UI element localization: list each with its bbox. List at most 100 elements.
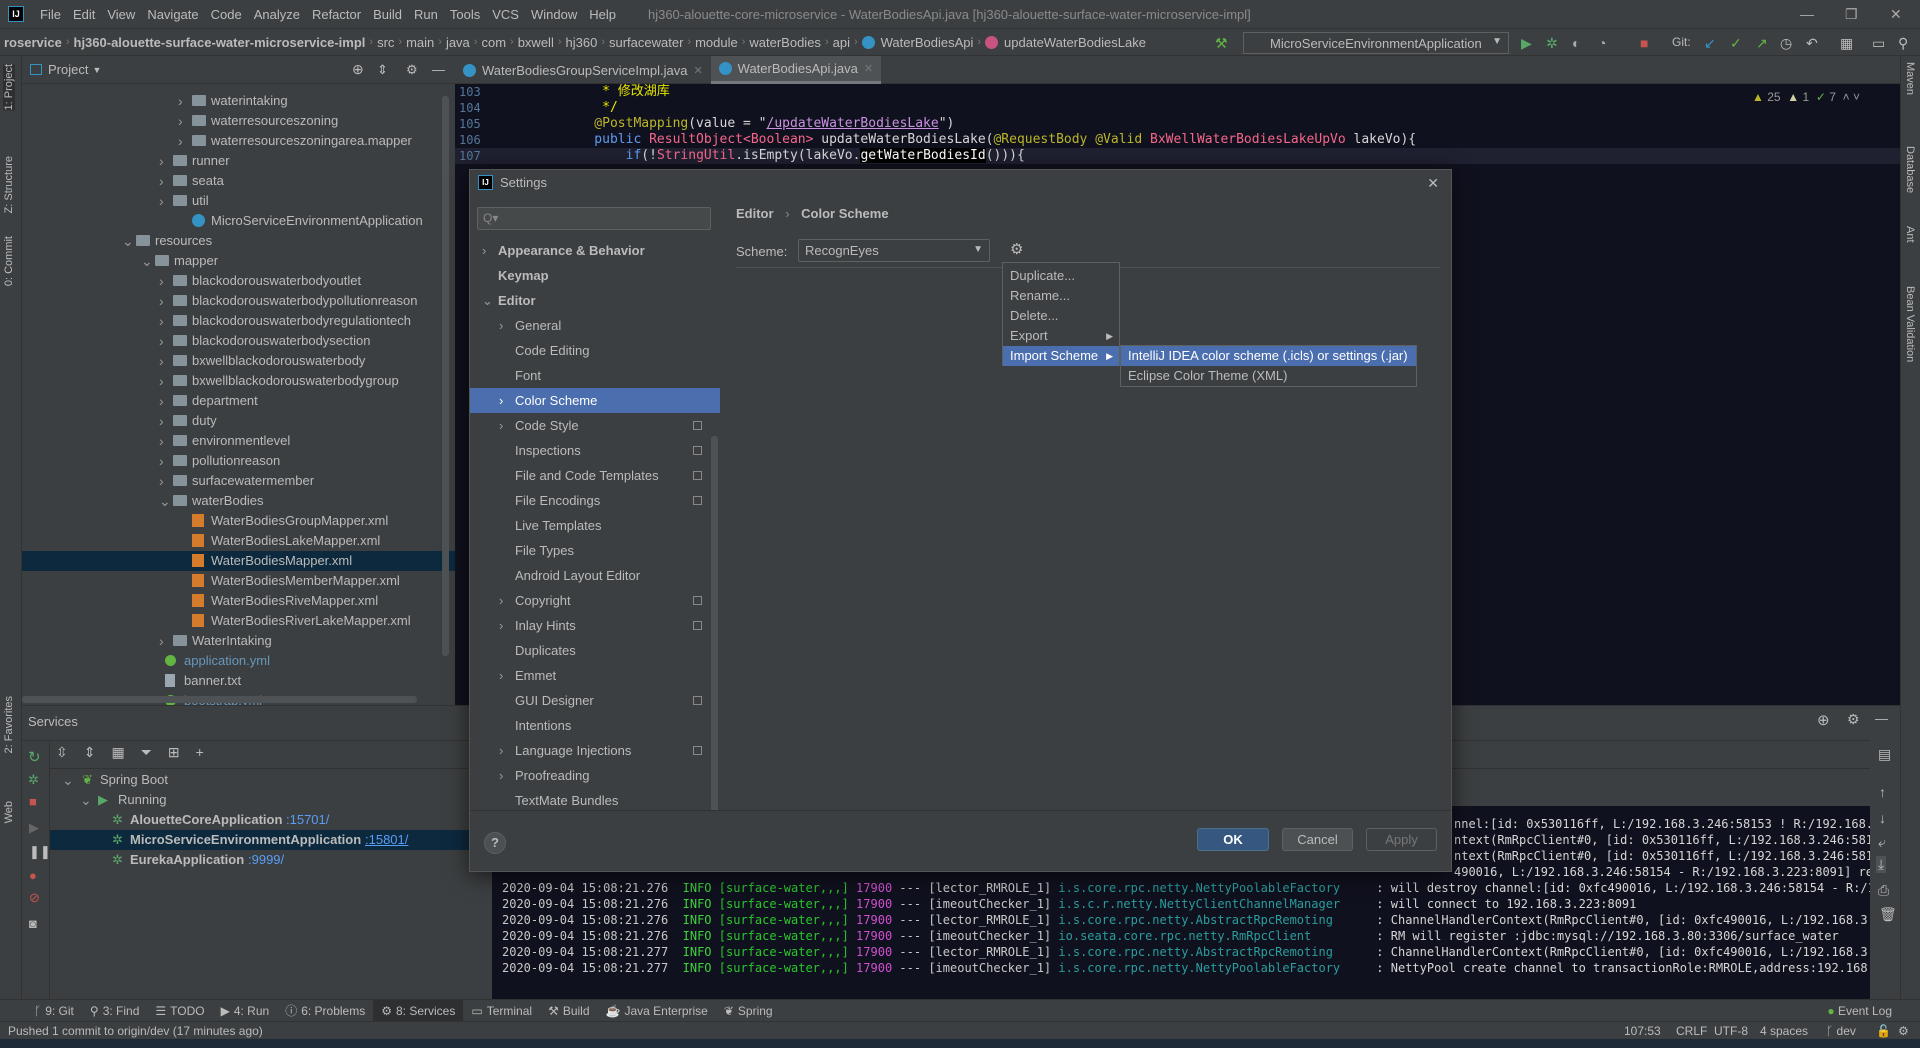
menu-help[interactable]: Help	[583, 7, 622, 22]
chevron-right-icon[interactable]: ›	[159, 391, 164, 411]
pause-icon[interactable]: ❚❚	[29, 844, 51, 860]
menu-navigate[interactable]: Navigate	[141, 7, 204, 22]
breadcrumb-item[interactable]: WaterBodiesApi	[877, 35, 978, 50]
menu-build[interactable]: Build	[367, 7, 408, 22]
print-icon[interactable]: ⎙	[1878, 882, 1889, 899]
chevron-down-icon[interactable]: ⌄	[482, 288, 493, 313]
tree-item[interactable]: › blackodorouswaterbodyregulationtech	[22, 311, 455, 331]
chevron-right-icon[interactable]: ›	[159, 451, 164, 471]
file-encoding[interactable]: UTF-8	[1714, 1022, 1748, 1040]
breadcrumb-item[interactable]: com	[477, 35, 510, 50]
collapse-all-icon[interactable]: ⇕	[84, 744, 96, 761]
breadcrumb-item[interactable]: api	[829, 35, 854, 50]
menu-item-import-scheme[interactable]: Import Scheme ▶	[1003, 346, 1119, 366]
service-port-link[interactable]: :9999/	[248, 850, 284, 870]
layout-icon[interactable]: ▤	[1878, 746, 1891, 763]
service-item[interactable]: ✲ AlouetteCoreApplication:15701/	[50, 810, 492, 830]
git-update-icon[interactable]: ↙	[1704, 35, 1716, 52]
tree-item[interactable]: WaterBodiesGroupMapper.xml	[22, 511, 455, 531]
chevron-right-icon[interactable]: ›	[159, 431, 164, 451]
breadcrumb-item[interactable]: updateWaterBodiesLake	[1000, 35, 1150, 50]
breadcrumb-item[interactable]: src	[373, 35, 398, 50]
menu-vcs[interactable]: VCS	[486, 7, 525, 22]
chevron-right-icon[interactable]: ›	[499, 663, 503, 688]
build-hammer-icon[interactable]: ⚒	[1215, 35, 1228, 52]
service-item[interactable]: ⌄ ▶ Running	[50, 790, 492, 810]
tool-git[interactable]: ᚴ 9: Git	[26, 1000, 82, 1022]
chevron-right-icon[interactable]: ›	[178, 111, 183, 131]
profile-icon[interactable]: ◔	[1598, 35, 1606, 51]
expand-all-icon[interactable]: ⇳	[56, 744, 68, 761]
breadcrumb-item[interactable]: bxwell	[514, 35, 558, 50]
lock-icon[interactable]: 🔓	[1876, 1022, 1891, 1040]
menu-refactor[interactable]: Refactor	[306, 7, 367, 22]
chevron-right-icon[interactable]: ›	[159, 291, 164, 311]
menu-item-rename[interactable]: Rename...	[1003, 286, 1119, 306]
gear-icon[interactable]: ⚙	[1847, 711, 1860, 728]
chevron-right-icon[interactable]: ›	[159, 151, 164, 171]
minimize-icon[interactable]: —	[1800, 6, 1814, 22]
tree-item[interactable]: banner.txt	[22, 671, 455, 691]
cancel-button[interactable]: Cancel	[1282, 828, 1353, 851]
settings-nav-live-templates[interactable]: Live Templates	[470, 513, 720, 538]
rollback-icon[interactable]: ↶	[1806, 35, 1818, 52]
tool-run[interactable]: ▶ 4: Run	[213, 1000, 278, 1022]
settings-search-input[interactable]: Q▾	[477, 207, 711, 230]
service-port-link[interactable]: :15701/	[286, 810, 329, 830]
settings-nav-inspections[interactable]: Inspections	[470, 438, 720, 463]
breadcrumb-editor[interactable]: Editor	[736, 206, 774, 221]
tree-item[interactable]: MicroServiceEnvironmentApplication	[22, 211, 455, 231]
settings-nav-android-layout-editor[interactable]: Android Layout Editor	[470, 563, 720, 588]
tool-window--favorites[interactable]: 2: Favorites	[3, 696, 15, 753]
close-window-icon[interactable]: ✕	[1890, 6, 1902, 23]
tab-waterbodiesapi[interactable]: WaterBodiesApi.java ✕	[710, 56, 882, 84]
settings-nav-appearance-behavior[interactable]: › Appearance & Behavior	[470, 238, 720, 263]
menu-code[interactable]: Code	[205, 7, 248, 22]
chevron-right-icon[interactable]: ›	[499, 613, 503, 638]
line-separator[interactable]: CRLF	[1676, 1022, 1707, 1040]
settings-nav-keymap[interactable]: Keymap	[470, 263, 720, 288]
settings-nav-file-encodings[interactable]: File Encodings	[470, 488, 720, 513]
tool-window--project[interactable]: 1: Project	[3, 64, 15, 111]
debug-icon[interactable]: ✲	[1546, 35, 1558, 52]
chevron-right-icon[interactable]: ›	[178, 91, 183, 111]
tree-item[interactable]: › blackodorouswaterbodysection	[22, 331, 455, 351]
settings-nav-general[interactable]: › General	[470, 313, 720, 338]
debug-icon[interactable]: ✲	[28, 772, 39, 788]
chevron-right-icon[interactable]: ›	[499, 588, 503, 613]
submenu-item[interactable]: Eclipse Color Theme (XML)	[1121, 366, 1416, 386]
service-item[interactable]: ✲ EurekaApplication:9999/	[50, 850, 492, 870]
presentation-icon[interactable]: ▭	[1872, 35, 1885, 52]
coverage-icon[interactable]: ◐	[1572, 35, 1580, 51]
chevron-right-icon[interactable]: ›	[159, 411, 164, 431]
settings-nav-editor[interactable]: ⌄ Editor	[470, 288, 720, 313]
tree-item[interactable]: › bxwellblackodorouswaterbodygroup	[22, 371, 455, 391]
settings-nav-code-style[interactable]: › Code Style	[470, 413, 720, 438]
chevron-right-icon[interactable]: ›	[159, 311, 164, 331]
hide-icon[interactable]: —	[1875, 711, 1888, 726]
breadcrumb-item[interactable]: module	[691, 35, 742, 50]
breakpoint-icon[interactable]: ●	[29, 868, 37, 883]
run-configuration-select[interactable]: MicroServiceEnvironmentApplication ▼	[1243, 32, 1509, 54]
tool-java-enterprise[interactable]: ☕ Java Enterprise	[598, 1000, 716, 1022]
trash-icon[interactable]: 🗑	[1879, 906, 1897, 923]
tree-item[interactable]: › waterresourceszoning	[22, 111, 455, 131]
tab-waterbodiesgroupserviceimpl[interactable]: WaterBodiesGroupServiceImpl.java ✕	[455, 56, 711, 84]
close-tab-icon[interactable]: ✕	[693, 64, 702, 77]
tool-window--commit[interactable]: 0: Commit	[3, 236, 15, 286]
tree-item[interactable]: › environmentlevel	[22, 431, 455, 451]
tree-item[interactable]: WaterBodiesMemberMapper.xml	[22, 571, 455, 591]
tree-item[interactable]: › blackodorouswaterbodypollutionreason	[22, 291, 455, 311]
help-button[interactable]: ?	[484, 832, 506, 854]
breadcrumb-item[interactable]: roservice	[0, 35, 66, 50]
tool-todo[interactable]: ☰ TODO	[147, 1000, 212, 1022]
tool-find[interactable]: ⚲ 3: Find	[82, 1000, 147, 1022]
chevron-right-icon[interactable]: ›	[159, 351, 164, 371]
settings-nav-inlay-hints[interactable]: › Inlay Hints	[470, 613, 720, 638]
menu-item-delete[interactable]: Delete...	[1003, 306, 1119, 326]
settings-nav-duplicates[interactable]: Duplicates	[470, 638, 720, 663]
tree-item[interactable]: application.yml	[22, 651, 455, 671]
apply-button[interactable]: Apply	[1366, 828, 1437, 851]
project-scrollbar[interactable]	[442, 96, 449, 656]
new-tab-icon[interactable]: ⊞	[168, 744, 180, 761]
